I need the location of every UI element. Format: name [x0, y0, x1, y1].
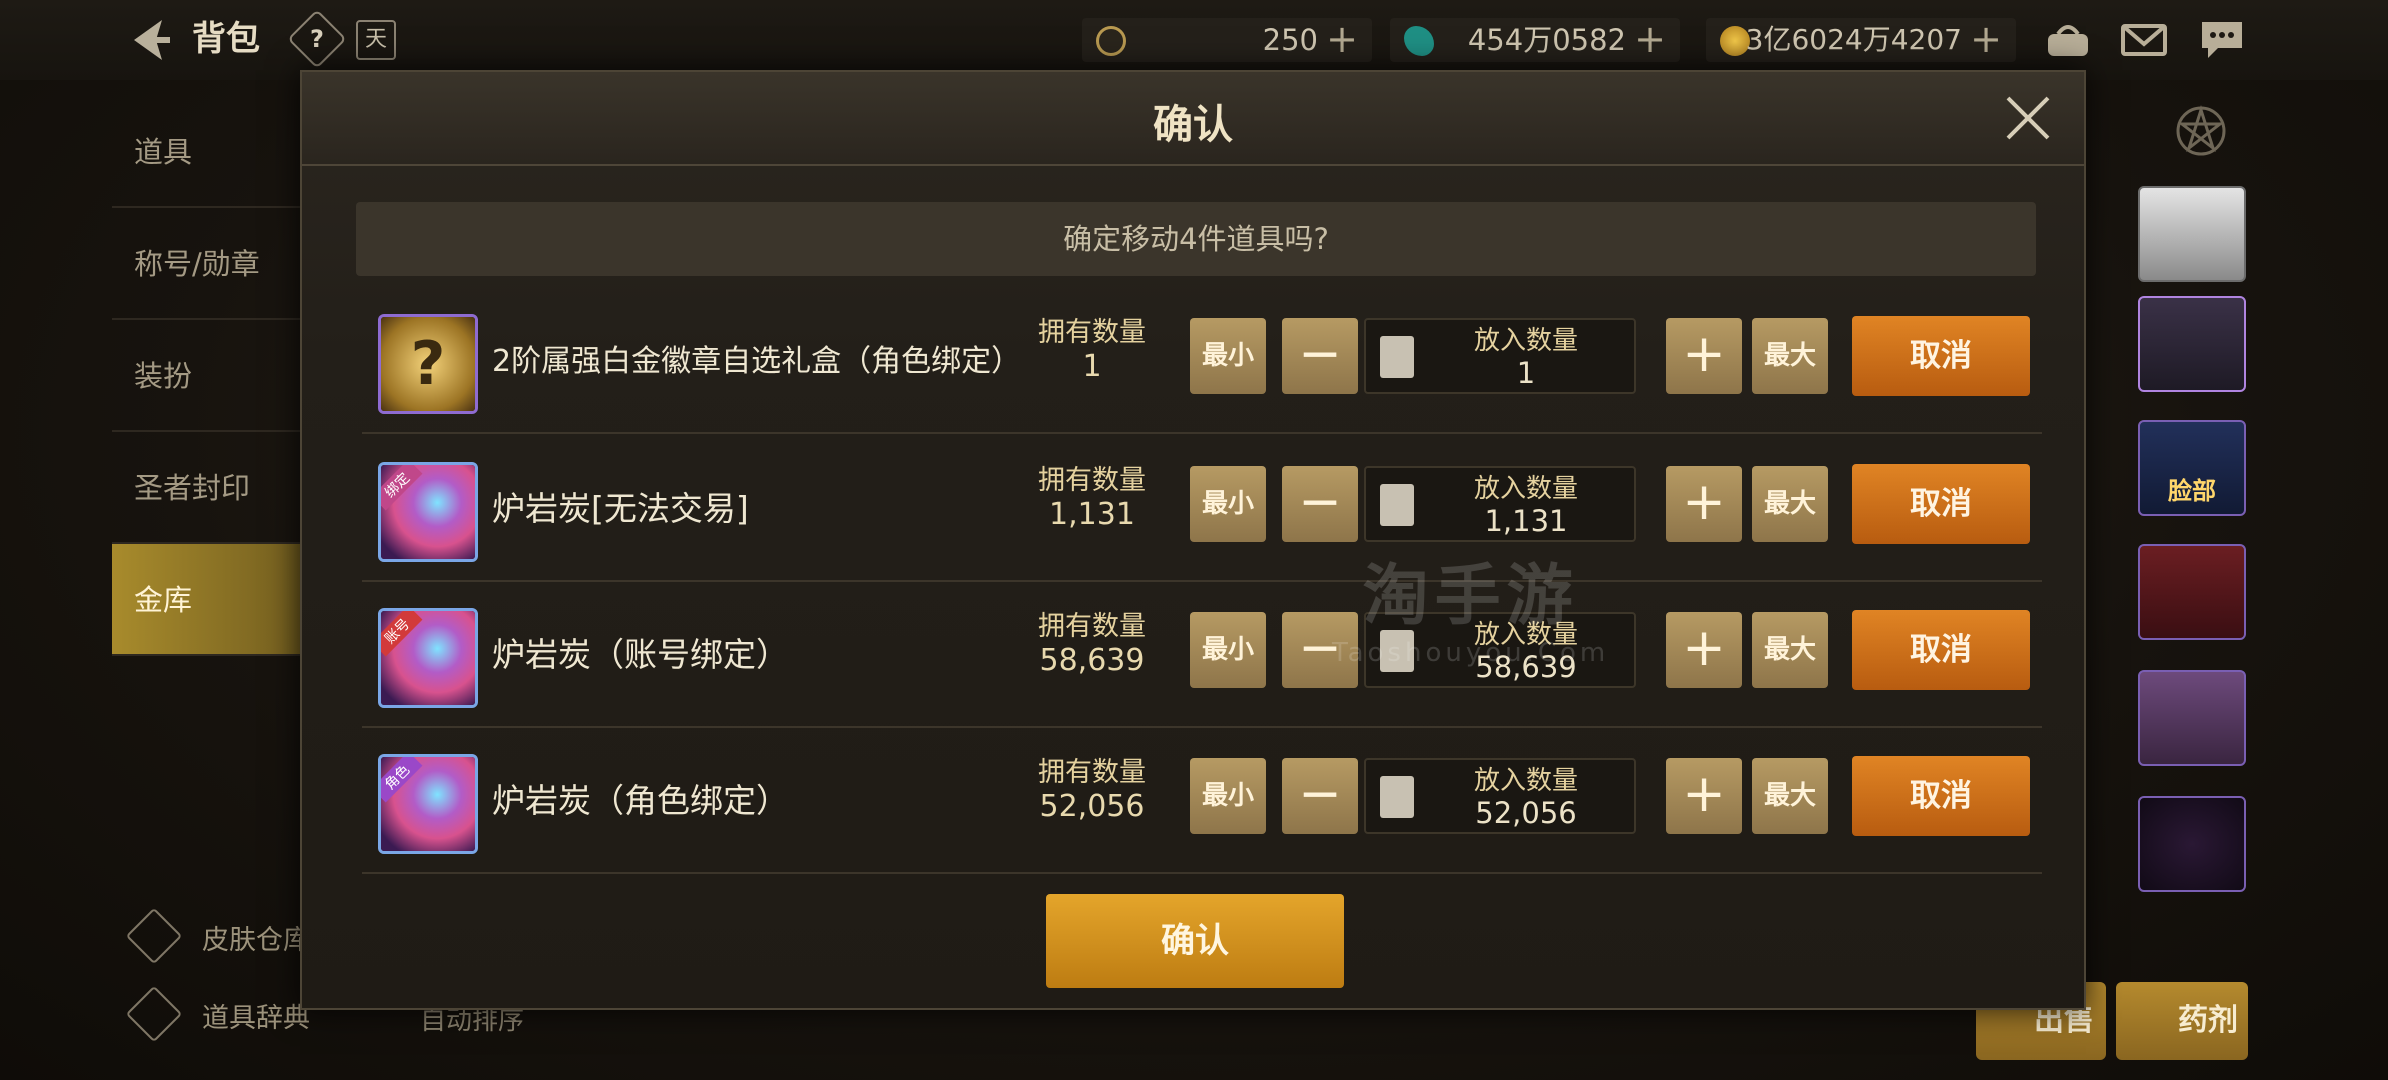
calculator-icon[interactable]	[1380, 776, 1414, 818]
mail-icon[interactable]	[2120, 18, 2168, 62]
move-item-row: 角色 炉岩炭（角色绑定） 拥有数量 52,056 最小 − 放入数量 52,05…	[362, 728, 2042, 874]
lava-coal-icon: 账号	[378, 608, 478, 708]
move-item-row: ? 2阶属强白金徽章自选礼盒（角色绑定） 拥有数量 1 最小 − 放入数量 1 …	[362, 288, 2042, 434]
currency-gem: 454万0582 +	[1390, 18, 1680, 62]
bg-item-slot[interactable]	[2138, 296, 2246, 392]
min-button[interactable]: 最小	[1190, 612, 1266, 688]
plus-button[interactable]: +	[1666, 758, 1742, 834]
confirm-dialog: 确认 确定移动4件道具吗? ? 2阶属强白金徽章自选礼盒（角色绑定） 拥有数量 …	[300, 70, 2086, 1010]
owned-quantity: 拥有数量 52,056	[1038, 757, 1146, 824]
currency-ceras: 250 +	[1082, 18, 1372, 62]
platinum-emblem-box-icon: ?	[378, 314, 478, 414]
max-button[interactable]: 最大	[1752, 612, 1828, 688]
gem-icon	[1404, 26, 1434, 56]
close-icon[interactable]	[2000, 90, 2056, 146]
top-bar: 背包 ? 天 250 + 454万0582 + 3亿6024万4207 +	[0, 0, 2388, 80]
minus-button[interactable]: −	[1282, 318, 1358, 394]
lava-coal-icon: 角色	[378, 754, 478, 854]
cancel-button[interactable]: 取消	[1852, 756, 2030, 836]
add-ceras-button[interactable]: +	[1326, 18, 1358, 60]
plus-button[interactable]: +	[1666, 466, 1742, 542]
cancel-button[interactable]: 取消	[1852, 610, 2030, 690]
min-button[interactable]: 最小	[1190, 318, 1266, 394]
add-gold-button[interactable]: +	[1970, 18, 2002, 60]
max-button[interactable]: 最大	[1752, 466, 1828, 542]
dialog-header: 确认	[302, 72, 2084, 166]
owned-quantity: 拥有数量 58,639	[1038, 611, 1146, 678]
cancel-button[interactable]: 取消	[1852, 316, 2030, 396]
owned-quantity: 拥有数量 1	[1038, 317, 1146, 384]
owned-quantity: 拥有数量 1,131	[1038, 465, 1146, 532]
dialog-title: 确认	[1153, 102, 1233, 148]
bg-item-slot[interactable]	[2138, 670, 2246, 766]
chat-icon[interactable]	[2198, 18, 2246, 62]
min-button[interactable]: 最小	[1190, 758, 1266, 834]
cancel-button[interactable]: 取消	[1852, 464, 2030, 544]
dialog-prompt: 确定移动4件道具吗?	[356, 202, 2036, 276]
item-name: 炉岩炭（账号绑定）	[492, 635, 789, 674]
put-quantity-field[interactable]: 放入数量 1,131	[1364, 466, 1636, 542]
currency-gold: 3亿6024万4207 +	[1706, 18, 2016, 62]
move-item-row: 绑定 炉岩炭[无法交易] 拥有数量 1,131 最小 − 放入数量 1,131 …	[362, 436, 2042, 582]
dictionary-icon	[125, 985, 183, 1043]
calculator-icon[interactable]	[1380, 336, 1414, 378]
item-name: 2阶属强白金徽章自选礼盒（角色绑定）	[492, 344, 1022, 379]
put-quantity-field[interactable]: 放入数量 52,056	[1364, 758, 1636, 834]
pentagram-icon[interactable]	[2174, 104, 2228, 158]
game-screen: 背包 ? 天 250 + 454万0582 + 3亿6024万4207 + 道具…	[0, 0, 2388, 1080]
bg-item-slot[interactable]: 脸部	[2138, 420, 2246, 516]
plus-button[interactable]: +	[1666, 612, 1742, 688]
item-name: 炉岩炭[无法交易]	[492, 489, 749, 528]
min-button[interactable]: 最小	[1190, 466, 1266, 542]
max-button[interactable]: 最大	[1752, 318, 1828, 394]
item-name: 炉岩炭（角色绑定）	[492, 781, 789, 820]
bg-item-slot[interactable]	[2138, 796, 2246, 892]
put-quantity-field[interactable]: 放入数量 1	[1364, 318, 1636, 394]
calculator-icon[interactable]	[1380, 484, 1414, 526]
max-button[interactable]: 最大	[1752, 758, 1828, 834]
plus-button[interactable]: +	[1666, 318, 1742, 394]
bag-icon[interactable]	[2044, 18, 2092, 62]
minus-button[interactable]: −	[1282, 466, 1358, 542]
ceras-icon	[1096, 26, 1126, 56]
calendar-icon[interactable]: 天	[356, 20, 396, 60]
page-title: 背包	[192, 19, 260, 59]
lava-coal-icon: 绑定	[378, 462, 478, 562]
add-gem-button[interactable]: +	[1634, 18, 1666, 60]
bg-item-slot[interactable]	[2138, 186, 2246, 282]
move-item-row: 账号 炉岩炭（账号绑定） 拥有数量 58,639 最小 − 放入数量 58,63…	[362, 582, 2042, 728]
skin-storage-icon	[125, 907, 183, 965]
watermark: 淘手游 Taoshouyou.Com	[1332, 557, 1610, 668]
help-icon[interactable]: ?	[287, 9, 347, 69]
confirm-button[interactable]: 确认	[1046, 894, 1344, 988]
back-arrow-icon[interactable]	[122, 14, 176, 66]
bg-item-slot[interactable]	[2138, 544, 2246, 640]
minus-button[interactable]: −	[1282, 758, 1358, 834]
potion-button[interactable]: 药剂	[2116, 982, 2248, 1060]
